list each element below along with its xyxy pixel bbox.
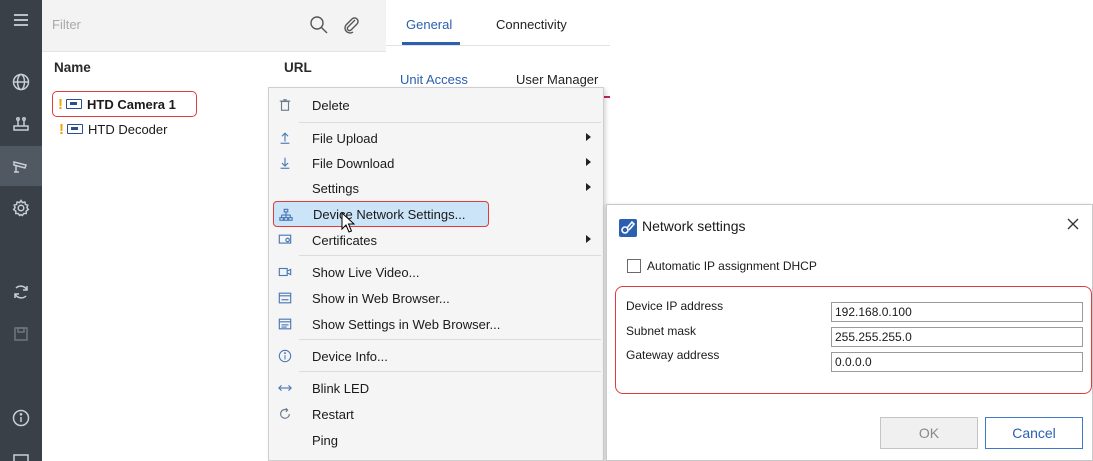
warning-icon: ! <box>59 120 64 138</box>
gateway-address-label: Gateway address <box>626 348 720 362</box>
blink-icon <box>277 380 293 396</box>
submenu-arrow-icon <box>586 133 591 141</box>
app-logo-icon <box>619 219 637 237</box>
menu-item-ping[interactable]: Ping <box>269 427 603 453</box>
browser-icon <box>277 290 293 306</box>
search-icon[interactable] <box>308 14 330 36</box>
download-icon <box>277 155 293 171</box>
device-row-camera[interactable]: ! HTD Camera 1 <box>52 91 197 117</box>
menu-item-settings[interactable]: Settings <box>269 175 603 201</box>
menu-item-file-upload[interactable]: File Upload <box>269 125 603 151</box>
network-icon <box>278 207 294 223</box>
subtab-user-management[interactable]: User Manager <box>516 72 598 87</box>
menu-item-restart[interactable]: Restart <box>269 401 603 427</box>
menu-separator <box>299 339 601 340</box>
properties-tabs: General Connectivity Unit Access User Ma… <box>386 0 610 90</box>
save-icon[interactable] <box>0 314 42 354</box>
device-row-decoder[interactable]: ! HTD Decoder <box>59 118 167 140</box>
menu-item-device-network-settings[interactable]: Device Network Settings... <box>273 201 489 227</box>
ip-address-label: Device IP address <box>626 299 724 313</box>
submenu-arrow-icon <box>586 235 591 243</box>
menu-item-show-settings-in-web-browser[interactable]: Show Settings in Web Browser... <box>269 311 603 337</box>
restart-icon <box>277 406 293 422</box>
tab-connectivity[interactable]: Connectivity <box>496 17 567 32</box>
decoder-device-icon <box>67 124 83 134</box>
cancel-button[interactable]: Cancel <box>985 417 1083 449</box>
active-tab-indicator <box>402 42 460 45</box>
device-label: HTD Camera 1 <box>87 96 176 112</box>
ip-settings-group: Device IP address Subnet mask Gateway ad… <box>615 286 1092 394</box>
menu-item-file-download[interactable]: File Download <box>269 150 603 176</box>
menu-item-certificates[interactable]: Certificates <box>269 227 603 253</box>
menu-separator <box>299 122 601 123</box>
mouse-cursor-icon <box>341 212 355 233</box>
device-label: HTD Decoder <box>88 121 168 137</box>
menu-icon[interactable] <box>0 0 42 40</box>
ok-button[interactable]: OK <box>880 417 978 449</box>
menu-item-device-info[interactable]: Device Info... <box>269 343 603 369</box>
video-icon <box>277 264 293 280</box>
navigation-rail <box>0 0 42 461</box>
info-circle-icon <box>277 348 293 364</box>
ip-address-input[interactable] <box>831 302 1083 322</box>
dhcp-label: Automatic IP assignment DHCP <box>647 259 817 273</box>
warning-icon: ! <box>58 95 63 113</box>
subnet-mask-label: Subnet mask <box>626 324 697 338</box>
submenu-arrow-icon <box>586 158 591 166</box>
tab-bar: General Connectivity <box>386 0 610 46</box>
menu-separator <box>299 371 601 372</box>
certificate-icon <box>277 232 293 248</box>
menu-item-blink-led[interactable]: Blink LED <box>269 375 603 401</box>
dhcp-checkbox[interactable] <box>627 259 641 273</box>
list-header: Name URL <box>42 56 386 80</box>
menu-item-show-live-video[interactable]: Show Live Video... <box>269 259 603 285</box>
network-devices-icon[interactable] <box>0 104 42 144</box>
column-url[interactable]: URL <box>284 60 312 75</box>
refresh-icon[interactable] <box>0 272 42 312</box>
menu-separator <box>299 255 601 256</box>
menu-item-delete[interactable]: Delete <box>269 92 603 118</box>
tab-general[interactable]: General <box>406 17 452 32</box>
network-settings-dialog: Network settings Automatic IP assignment… <box>606 204 1093 461</box>
filter-bar <box>42 0 386 52</box>
info-icon[interactable] <box>0 398 42 438</box>
monitor-icon[interactable] <box>0 440 42 461</box>
menu-item-show-in-web-browser[interactable]: Show in Web Browser... <box>269 285 603 311</box>
dialog-title: Network settings <box>642 218 746 234</box>
close-icon[interactable] <box>1064 215 1082 233</box>
globe-icon[interactable] <box>0 62 42 102</box>
column-name[interactable]: Name <box>54 60 91 75</box>
gateway-address-input[interactable] <box>831 352 1083 372</box>
filter-input[interactable] <box>52 12 292 36</box>
subtab-unit-access[interactable]: Unit Access <box>400 72 468 87</box>
submenu-arrow-icon <box>586 183 591 191</box>
subnet-mask-input[interactable] <box>831 327 1083 347</box>
camera-device-icon <box>66 99 82 109</box>
gear-icon[interactable] <box>0 188 42 228</box>
camera-icon[interactable] <box>0 146 42 186</box>
trash-icon <box>277 97 293 113</box>
paperclip-icon[interactable] <box>340 14 362 36</box>
upload-icon <box>277 130 293 146</box>
context-menu: Delete File Upload File Download Setting… <box>268 87 604 461</box>
browser-settings-icon <box>277 316 293 332</box>
